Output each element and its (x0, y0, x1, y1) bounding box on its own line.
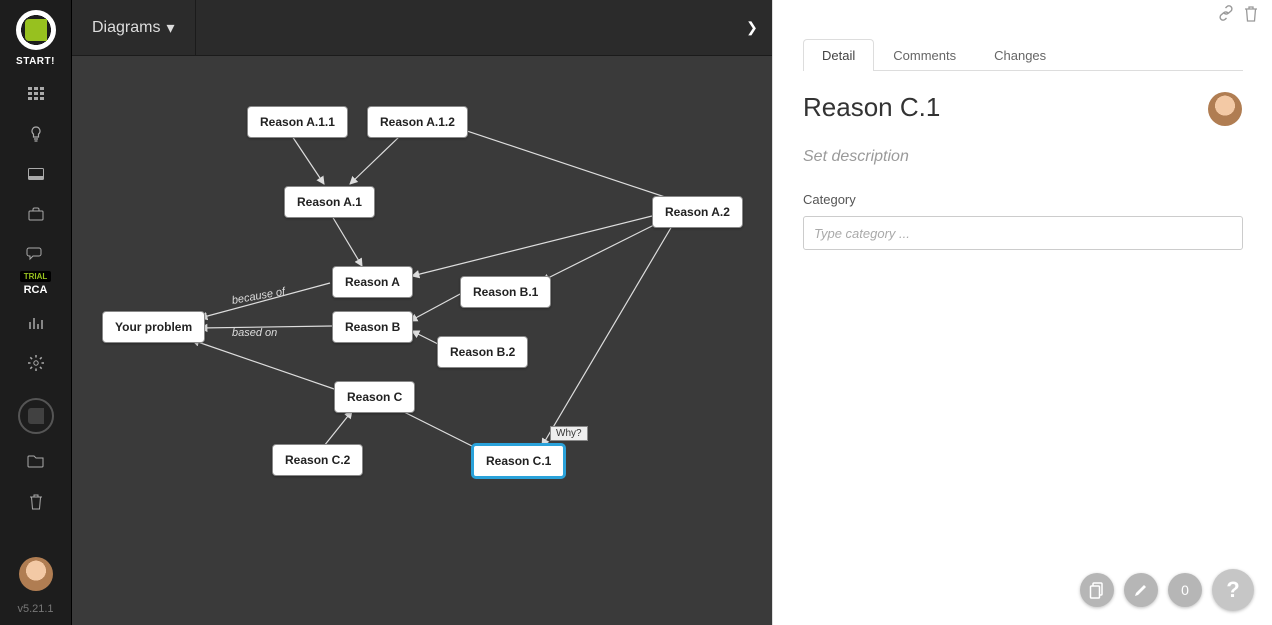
bars-icon[interactable] (26, 314, 46, 332)
delete-icon[interactable] (1244, 6, 1258, 27)
why-tag[interactable]: Why? (550, 426, 588, 441)
diagrams-tab-label: Diagrams (92, 19, 160, 37)
gear-icon[interactable] (26, 354, 46, 372)
left-rail: START! TRIAL RCA (0, 0, 72, 625)
node-reason-c[interactable]: Reason C (334, 381, 415, 413)
node-reason-c2[interactable]: Reason C.2 (272, 444, 363, 476)
node-reason-a1[interactable]: Reason A.1 (284, 186, 375, 218)
user-avatar[interactable] (19, 557, 53, 591)
trial-badge: TRIAL (20, 271, 52, 282)
node-reason-b2[interactable]: Reason B.2 (437, 336, 528, 368)
chevron-right-icon[interactable]: ❯ (732, 19, 772, 36)
start-label[interactable]: START! (16, 56, 55, 67)
node-your-problem[interactable]: Your problem (102, 311, 205, 343)
tab-changes[interactable]: Changes (975, 39, 1065, 71)
chat-icon[interactable] (26, 245, 46, 263)
detail-panel: Detail Comments Changes Reason C.1 Set d… (772, 0, 1272, 625)
node-reason-b[interactable]: Reason B (332, 311, 413, 343)
diagram-canvas[interactable]: Your problem Reason A Reason B Reason C … (72, 56, 772, 625)
panel-title[interactable]: Reason C.1 (803, 92, 940, 123)
fab-bar: 0 ? (1080, 569, 1254, 611)
node-reason-a12[interactable]: Reason A.1.2 (367, 106, 468, 138)
grid-icon[interactable] (26, 85, 46, 103)
edit-fab[interactable] (1124, 573, 1158, 607)
card-icon[interactable] (26, 165, 46, 183)
count-fab[interactable]: 0 (1168, 573, 1202, 607)
owner-avatar[interactable] (1208, 92, 1242, 126)
canvas-topbar: Diagrams ▾ ❯ (72, 0, 772, 56)
category-label: Category (803, 192, 856, 207)
version-label: v5.21.1 (17, 603, 53, 615)
lightbulb-icon[interactable] (26, 125, 46, 143)
copy-fab[interactable] (1080, 573, 1114, 607)
category-input[interactable] (803, 216, 1243, 250)
rca-label[interactable]: RCA (24, 284, 48, 296)
link-icon[interactable] (1218, 6, 1234, 27)
trash-icon[interactable] (29, 494, 43, 515)
folder-icon[interactable] (28, 454, 44, 472)
panel-tabs: Detail Comments Changes (803, 38, 1243, 71)
diagrams-tab[interactable]: Diagrams ▾ (72, 0, 196, 56)
node-reason-a2[interactable]: Reason A.2 (652, 196, 743, 228)
caret-down-icon: ▾ (166, 18, 174, 38)
briefcase-icon[interactable] (26, 205, 46, 223)
node-reason-c1[interactable]: Reason C.1 (472, 444, 565, 478)
node-reason-b1[interactable]: Reason B.1 (460, 276, 551, 308)
tab-comments[interactable]: Comments (874, 39, 975, 71)
help-fab[interactable]: ? (1212, 569, 1254, 611)
tab-detail[interactable]: Detail (803, 39, 874, 71)
node-reason-a[interactable]: Reason A (332, 266, 413, 298)
description-placeholder[interactable]: Set description (803, 148, 909, 166)
secondary-logo[interactable] (18, 398, 54, 434)
node-reason-a11[interactable]: Reason A.1.1 (247, 106, 348, 138)
app-logo[interactable] (16, 10, 56, 50)
